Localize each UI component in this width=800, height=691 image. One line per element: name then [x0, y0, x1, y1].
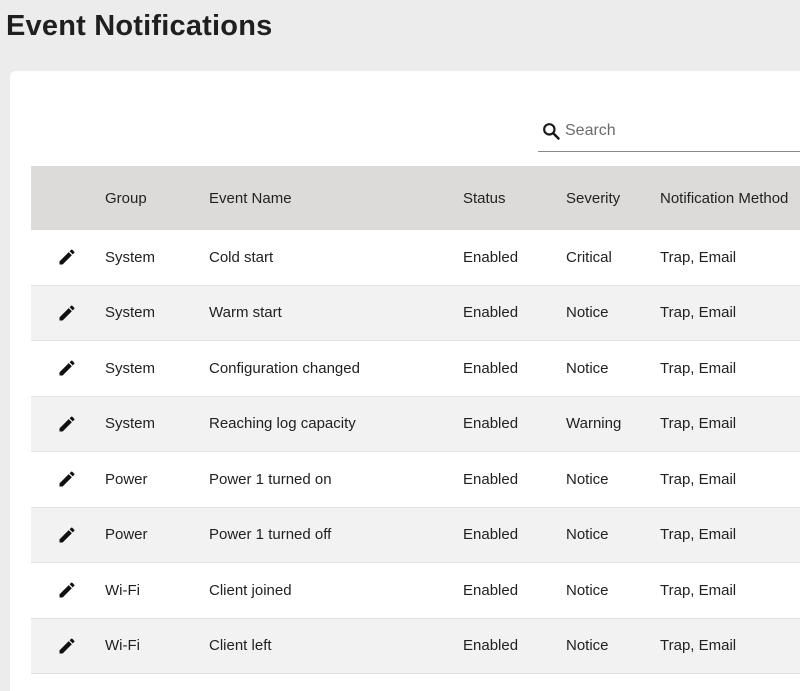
cell-status: Enabled	[463, 359, 519, 377]
table-row: Wi-Fi Client joined Enabled Notice Trap,…	[31, 563, 800, 619]
cell-notification-method: Trap, Email	[660, 415, 737, 433]
cell-group: System	[105, 415, 156, 433]
cell-event-name: Power 1 turned on	[209, 470, 332, 488]
cell-status: Enabled	[463, 526, 519, 544]
table-body: System Cold start Enabled Critical Trap,…	[31, 230, 800, 674]
cell-status: Enabled	[463, 248, 519, 266]
cell-event-name: Reaching log capacity	[209, 415, 356, 433]
edit-button[interactable]	[56, 246, 78, 268]
cell-event-name: Warm start	[209, 304, 282, 322]
pencil-icon	[59, 249, 75, 265]
cell-severity: Notice	[566, 359, 609, 377]
pencil-icon	[59, 305, 75, 321]
edit-button[interactable]	[56, 413, 78, 435]
cell-event-name: Client joined	[209, 581, 292, 599]
cell-status: Enabled	[463, 470, 519, 488]
pencil-icon	[59, 471, 75, 487]
search-bar[interactable]	[538, 115, 800, 152]
edit-button[interactable]	[56, 357, 78, 379]
cell-status: Enabled	[463, 304, 519, 322]
cell-group: System	[105, 359, 156, 377]
pencil-icon	[59, 638, 75, 654]
header-notification-method[interactable]: Notification Method	[660, 166, 788, 230]
cell-status: Enabled	[463, 637, 519, 655]
cell-group: Power	[105, 526, 148, 544]
table-row: System Cold start Enabled Critical Trap,…	[31, 230, 800, 286]
header-severity[interactable]: Severity	[566, 166, 620, 230]
cell-group: System	[105, 248, 156, 266]
cell-notification-method: Trap, Email	[660, 526, 737, 544]
header-status[interactable]: Status	[463, 166, 506, 230]
cell-event-name: Cold start	[209, 248, 274, 266]
search-input[interactable]	[565, 121, 795, 140]
table-header: Group Event Name Status Severity Notific…	[31, 166, 800, 230]
cell-severity: Notice	[566, 470, 609, 488]
cell-notification-method: Trap, Email	[660, 637, 737, 655]
cell-severity: Notice	[566, 637, 609, 655]
table-row: System Reaching log capacity Enabled War…	[31, 396, 800, 452]
cell-severity: Warning	[566, 415, 622, 433]
cell-group: Wi-Fi	[105, 581, 140, 599]
cell-status: Enabled	[463, 415, 519, 433]
event-table: Group Event Name Status Severity Notific…	[31, 166, 800, 674]
page-title: Event Notifications	[6, 10, 273, 42]
cell-group: System	[105, 304, 156, 322]
table-row: Power Power 1 turned off Enabled Notice …	[31, 507, 800, 563]
edit-button[interactable]	[56, 635, 78, 657]
cell-severity: Critical	[566, 248, 612, 266]
cell-notification-method: Trap, Email	[660, 470, 737, 488]
cell-severity: Notice	[566, 526, 609, 544]
cell-group: Power	[105, 470, 148, 488]
edit-button[interactable]	[56, 579, 78, 601]
cell-notification-method: Trap, Email	[660, 304, 737, 322]
cell-severity: Notice	[566, 304, 609, 322]
pencil-icon	[59, 582, 75, 598]
edit-button[interactable]	[56, 468, 78, 490]
table-row: System Warm start Enabled Notice Trap, E…	[31, 285, 800, 341]
cell-notification-method: Trap, Email	[660, 359, 737, 377]
table-row: System Configuration changed Enabled Not…	[31, 341, 800, 397]
pencil-icon	[59, 360, 75, 376]
cell-status: Enabled	[463, 581, 519, 599]
table-row: Wi-Fi Client left Enabled Notice Trap, E…	[31, 618, 800, 674]
cell-notification-method: Trap, Email	[660, 248, 737, 266]
cell-notification-method: Trap, Email	[660, 581, 737, 599]
header-group[interactable]: Group	[105, 166, 147, 230]
pencil-icon	[59, 416, 75, 432]
edit-button[interactable]	[56, 302, 78, 324]
edit-button[interactable]	[56, 524, 78, 546]
table-row: Power Power 1 turned on Enabled Notice T…	[31, 452, 800, 508]
search-icon	[543, 123, 560, 140]
cell-group: Wi-Fi	[105, 637, 140, 655]
header-event-name[interactable]: Event Name	[209, 166, 292, 230]
pencil-icon	[59, 527, 75, 543]
cell-event-name: Configuration changed	[209, 359, 360, 377]
cell-severity: Notice	[566, 581, 609, 599]
cell-event-name: Client left	[209, 637, 272, 655]
cell-event-name: Power 1 turned off	[209, 526, 332, 544]
